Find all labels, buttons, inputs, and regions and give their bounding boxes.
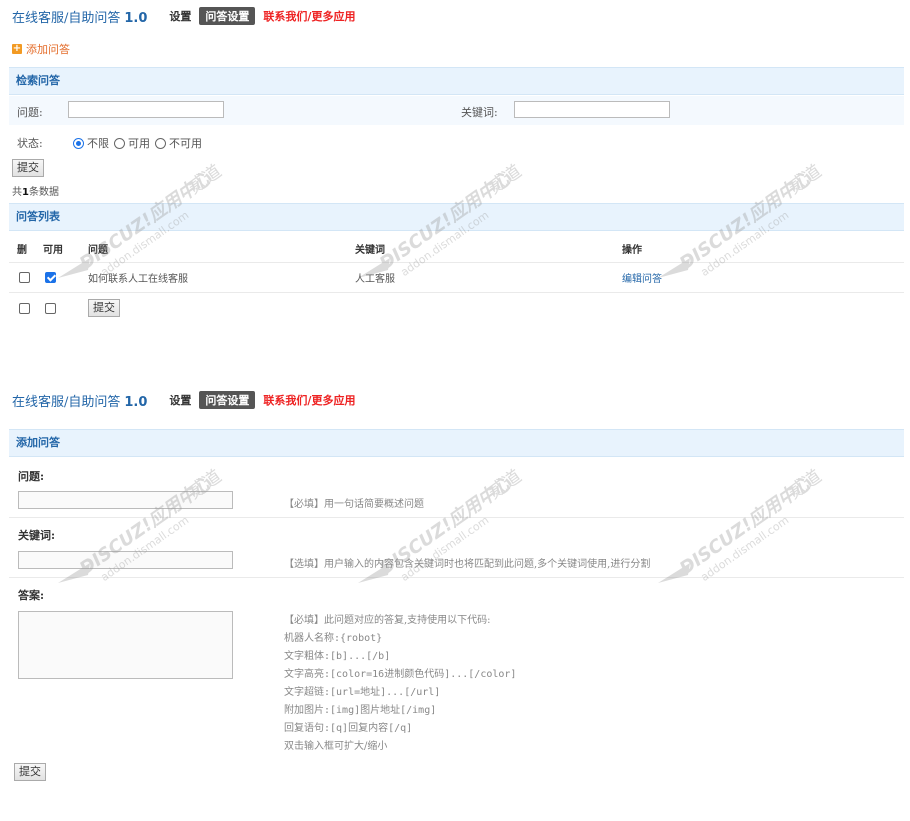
radio-icon <box>114 137 125 149</box>
select-all-delete-checkbox[interactable] <box>19 303 30 314</box>
answer-hints: 【必填】此问题对应的答复,支持使用以下代码: 机器人名称:{robot} 文字粗… <box>284 612 516 756</box>
divider <box>9 262 904 263</box>
col-enabled: 可用 <box>43 245 63 256</box>
app-header: 在线客服/自助问答 1.0 设置 问答设置 联系我们/更多应用 <box>12 6 355 26</box>
nav-settings[interactable]: 设置 <box>169 8 191 24</box>
nav-contact-more-apps[interactable]: 联系我们/更多应用 <box>263 392 355 408</box>
svg-text:DISCUZ!应用中心: DISCUZ!应用中心 <box>676 472 816 579</box>
col-keyword: 关键词 <box>355 245 385 256</box>
enabled-checkbox[interactable] <box>45 272 56 283</box>
status-option-all[interactable]: 不限 <box>73 135 109 151</box>
svg-text:贰道: 贰道 <box>184 161 226 199</box>
add-answer-label: 答案: <box>18 589 45 602</box>
search-submit-button[interactable]: 提交 <box>12 159 44 177</box>
question-search-input[interactable] <box>68 101 224 118</box>
delete-checkbox[interactable] <box>19 272 30 283</box>
row-keyword: 人工客服 <box>355 274 395 285</box>
nav-qa-settings[interactable]: 问答设置 <box>199 7 256 25</box>
select-all-enabled-checkbox[interactable] <box>45 303 56 314</box>
search-section-header: 检索问答 <box>9 67 904 95</box>
divider <box>9 577 904 578</box>
hint-line: 文字高亮:[color=16进制颜色代码]...[/color] <box>284 669 517 680</box>
plus-icon: + <box>12 43 22 54</box>
svg-text:addon.dismall.com: addon.dismall.com <box>398 514 491 584</box>
hint-line: 回复语句:[q]回复内容[/q] <box>284 723 413 734</box>
hint-line: 文字超链:[url=地址]...[/url] <box>284 687 441 698</box>
svg-text:贰道: 贰道 <box>784 161 826 199</box>
radio-icon <box>155 137 166 149</box>
svg-text:贰道: 贰道 <box>484 466 526 504</box>
app-title: 在线客服/自助问答 1.0 <box>12 394 148 410</box>
add-question-input[interactable] <box>18 491 233 509</box>
question-hint: 【必填】用一句话简要概述问题 <box>284 499 424 510</box>
radio-selected-icon <box>73 137 84 149</box>
hint-line: 文字粗体:[b]...[/b] <box>284 651 391 662</box>
add-answer-textarea[interactable] <box>18 611 233 679</box>
add-submit-button[interactable]: 提交 <box>14 763 46 781</box>
svg-text:addon.dismall.com: addon.dismall.com <box>98 514 191 584</box>
question-label: 问题: <box>17 106 43 119</box>
add-keyword-label: 关键词: <box>18 529 56 542</box>
hint-line: 【必填】此问题对应的答复,支持使用以下代码: <box>284 615 491 626</box>
svg-text:贰道: 贰道 <box>784 466 826 504</box>
list-section-header: 问答列表 <box>9 203 904 231</box>
list-submit-button[interactable]: 提交 <box>88 299 120 317</box>
status-option-enabled[interactable]: 可用 <box>114 135 150 151</box>
status-label: 状态: <box>17 137 43 150</box>
keyword-search-input[interactable] <box>514 101 670 118</box>
nav-settings[interactable]: 设置 <box>169 392 191 408</box>
add-keyword-input[interactable] <box>18 551 233 569</box>
add-question-label: 问题: <box>18 470 45 483</box>
nav-contact-more-apps[interactable]: 联系我们/更多应用 <box>263 8 355 24</box>
add-qa-section-header: 添加问答 <box>9 429 904 457</box>
svg-text:贰道: 贰道 <box>484 161 526 199</box>
hint-line: 附加图片:[img]图片地址[/img] <box>284 705 437 716</box>
watermark: DISCUZ!应用中心 addon.dismall.com 贰道 <box>658 466 826 584</box>
keyword-hint: 【选填】用户输入的内容包含关键词时也将匹配到此问题,多个关键词使用,进行分割 <box>284 559 651 570</box>
nav-qa-settings[interactable]: 问答设置 <box>199 391 256 409</box>
app-title: 在线客服/自助问答 1.0 <box>12 10 148 26</box>
add-qa-link[interactable]: + 添加问答 <box>12 41 70 57</box>
row-question: 如何联系人工在线客服 <box>88 274 188 285</box>
app-header-2: 在线客服/自助问答 1.0 设置 问答设置 联系我们/更多应用 <box>12 390 355 410</box>
col-delete: 删 <box>17 245 27 256</box>
edit-qa-link[interactable]: 编辑问答 <box>622 270 662 285</box>
divider <box>9 292 904 293</box>
status-radio-group: 不限 可用 不可用 <box>73 135 207 151</box>
result-count: 共1条数据 <box>12 187 59 198</box>
keyword-label: 关键词: <box>461 106 498 119</box>
col-question: 问题 <box>88 245 108 256</box>
hint-line: 双击输入框可扩大/缩小 <box>284 741 388 752</box>
hint-line: 机器人名称:{robot} <box>284 633 383 644</box>
status-option-disabled[interactable]: 不可用 <box>155 135 202 151</box>
col-action: 操作 <box>622 245 642 256</box>
divider <box>9 517 904 518</box>
svg-text:addon.dismall.com: addon.dismall.com <box>698 514 791 584</box>
